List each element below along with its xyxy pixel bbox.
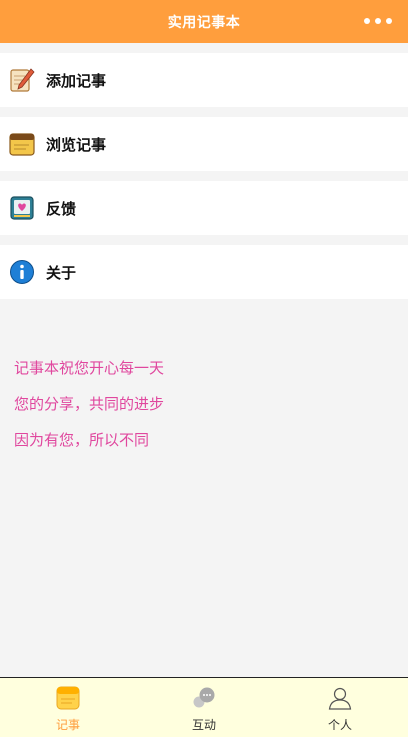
dot-icon bbox=[386, 18, 392, 24]
more-options-button[interactable] bbox=[364, 13, 392, 29]
tab-label: 互动 bbox=[191, 718, 216, 732]
main-menu: 添加记事 浏览记事 反馈 关于 bbox=[0, 53, 408, 309]
blessing-line: 您的分享，共同的进步 bbox=[14, 395, 165, 413]
tab-interaction[interactable]: 互动 bbox=[136, 678, 272, 737]
tab-notes[interactable]: 记事 bbox=[0, 678, 136, 737]
dot-icon bbox=[375, 18, 381, 24]
title-bar: 实用记事本 bbox=[0, 0, 408, 43]
blessing-line: 记事本祝您开心每一天 bbox=[14, 359, 165, 377]
page-title: 实用记事本 bbox=[167, 14, 241, 31]
tab-bar: 记事 互动 个人 bbox=[0, 677, 408, 737]
pen-paper-icon bbox=[9, 67, 35, 93]
menu-item-label: 关于 bbox=[46, 263, 77, 282]
blessing-line: 因为有您，所以不同 bbox=[14, 431, 150, 449]
person-icon bbox=[326, 684, 354, 712]
menu-item-label: 添加记事 bbox=[46, 71, 107, 90]
info-icon bbox=[9, 259, 35, 285]
dot-icon bbox=[364, 18, 370, 24]
menu-item-about[interactable]: 关于 bbox=[0, 245, 408, 299]
menu-item-feedback[interactable]: 反馈 bbox=[0, 181, 408, 235]
menu-item-add-note[interactable]: 添加记事 bbox=[0, 53, 408, 107]
heart-book-icon bbox=[9, 195, 35, 221]
menu-item-label: 浏览记事 bbox=[46, 135, 107, 154]
notepad-icon bbox=[9, 131, 35, 157]
tab-label: 记事 bbox=[55, 718, 80, 732]
menu-item-label: 反馈 bbox=[46, 199, 77, 218]
chat-bubbles-icon bbox=[190, 684, 218, 712]
notes-icon bbox=[54, 684, 82, 712]
tab-label: 个人 bbox=[327, 718, 352, 732]
blessing-text: 记事本祝您开心每一天 您的分享，共同的进步 因为有您，所以不同 bbox=[14, 350, 164, 458]
menu-item-browse-notes[interactable]: 浏览记事 bbox=[0, 117, 408, 171]
app-screen: 实用记事本 添加记事 浏览记事 反馈 关于 记事本祝您开心每一天 您的分享，共同… bbox=[0, 0, 408, 737]
tab-profile[interactable]: 个人 bbox=[272, 678, 408, 737]
